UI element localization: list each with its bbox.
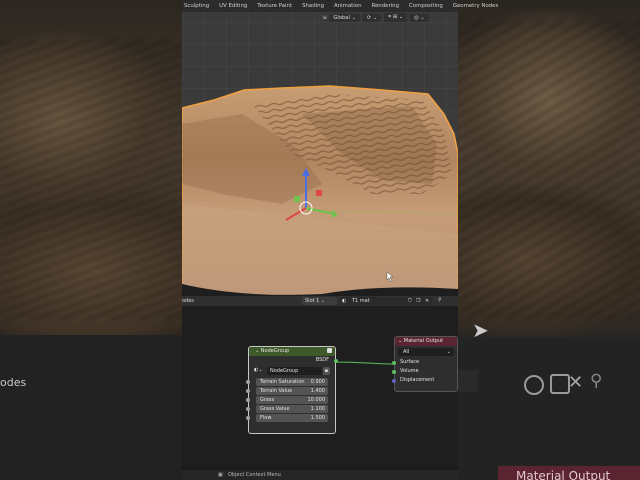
surface-socket[interactable] [392,361,396,365]
input-row: Terrain Saturation 0.900 [246,377,335,386]
field-value: 0.900 [310,378,325,385]
bsdf-output-socket[interactable] [334,359,338,363]
field-value: 1.400 [310,387,325,394]
flow-field[interactable]: Flow 1.500 [256,413,328,422]
node-group-icon[interactable] [327,348,332,353]
transform-icon: ⇲ [322,14,327,21]
backdrop-editor-label: odes [0,376,27,389]
mouse-right-icon: ▣ [218,472,223,478]
group-name-field[interactable]: NodeGroup [267,367,322,375]
input-socket[interactable] [246,389,250,393]
tab-compositing[interactable]: Compositing [409,3,443,9]
shield-icon [524,375,544,395]
snap-icon[interactable]: ⌗ ⊞ ⌄ [384,13,408,22]
transform-orientation-label: Global [333,14,350,21]
slot-label: Slot 1 [305,298,320,304]
tab-shading[interactable]: Shading [302,3,324,9]
field-label: Terrain Saturation [260,378,305,385]
bsdf-output-row: BSDF [249,356,338,365]
field-value: 10.000 [307,396,326,403]
bsdf-output-label: BSDF [315,357,329,363]
input-socket[interactable] [246,407,250,411]
tab-texture-paint[interactable]: Texture Paint [257,3,292,9]
chevron-down-icon: ⌄ [446,349,451,355]
material-output-node[interactable]: ⌄ Material Output All ⌄ Surface Volume D… [392,336,458,392]
group-datablock-row: ◐⌄ NodeGroup ▪ [249,365,335,377]
volume-label: Volume [400,368,419,374]
mouse-cursor-icon: ➤ [472,318,489,342]
input-socket[interactable] [246,416,250,420]
node-tree-icon[interactable]: ◐⌄ [254,366,263,375]
field-label: Terrain Value [260,387,293,394]
collapse-chevron-icon[interactable]: ⌄ [255,348,259,354]
browse-icon[interactable]: ▪ [323,367,330,375]
displacement-label: Displacement [400,377,435,383]
input-socket[interactable] [246,380,250,384]
pivot-icon[interactable]: ⟳ ⌄ [362,13,382,22]
input-row: Grass Value 1.100 [246,404,335,413]
material-output-header[interactable]: ⌄ Material Output [395,337,457,346]
close-icon: ✕ [568,372,584,393]
blurred-backdrop-right: ✕ ⚲ ➤ Material Output [458,0,640,480]
material-output-title: Material Output [403,338,444,344]
input-row: Grass 10.000 [246,395,335,404]
material-sphere-icon: ◐ [342,298,347,304]
status-hint: Object Context Menu [228,472,281,478]
field-label: Grass [260,396,275,403]
terrain-mesh[interactable] [182,84,458,298]
copy-icon [550,374,570,394]
workspace-tabs: Sculpting UV Editing Texture Paint Shadi… [182,0,498,12]
target-row: All ⌄ [395,346,457,358]
grass-value-field[interactable]: Grass Value 1.100 [256,404,328,413]
material-name: T1 mat [351,298,370,304]
node-editor-canvas[interactable]: ⌄ NodeGroup BSDF ◐⌄ NodeGroup ▪ Terrain … [182,306,458,466]
pin-icon: ⚲ [590,371,603,391]
pin-icon[interactable]: ⚲ [438,297,442,303]
volume-socket[interactable] [392,370,396,374]
field-label: Grass Value [260,405,290,412]
slot-dropdown[interactable]: Slot 1 ⌄ [302,297,337,305]
viewport-header: ⇲ Global ⌄ ⟳ ⌄ ⌗ ⊞ ⌄ ◎ ⌄ [182,12,458,23]
target-dropdown[interactable]: All ⌄ [398,348,454,356]
displacement-input-row: Displacement [392,376,457,385]
node-group[interactable]: ⌄ NodeGroup BSDF ◐⌄ NodeGroup ▪ Terrain … [246,346,338,434]
node-editor-header: odes Slot 1 ⌄ ◐ T1 mat ⛉ ❐ ✕ ⚲ [182,296,458,306]
input-row: Flow 1.500 [246,413,335,422]
field-value: 1.500 [310,414,325,421]
duplicate-icon[interactable]: ❐ [416,297,420,305]
material-selector[interactable]: ◐ T1 mat ⛉ ❐ ✕ [340,297,432,305]
surface-input-row: Surface [392,358,457,367]
tab-geometry-nodes[interactable]: Geometry Nodes [453,3,498,9]
tab-sculpting[interactable]: Sculpting [184,3,209,9]
proportional-edit-icon[interactable]: ◎ ⌄ [410,13,429,22]
status-bar: ▣ Object Context Menu [182,470,458,480]
volume-input-row: Volume [392,367,457,376]
field-label: Flow [260,414,272,421]
field-value: 1.100 [310,405,325,412]
node-group-title: NodeGroup [260,348,290,354]
input-socket[interactable] [246,398,250,402]
blurred-backdrop-left: odes [0,0,182,480]
fake-user-shield-icon[interactable]: ⛉ [408,297,412,305]
transform-orientation-dropdown[interactable]: Global ⌄ [329,13,360,22]
tab-uv-editing[interactable]: UV Editing [219,3,247,9]
backdrop-material-output: Material Output [498,466,640,480]
node-group-header[interactable]: ⌄ NodeGroup [249,347,335,356]
tab-animation[interactable]: Animation [334,3,361,9]
collapse-chevron-icon[interactable]: ⌄ [398,338,402,344]
input-row: Terrain Value 1.400 [246,386,335,395]
surface-label: Surface [400,359,420,365]
displacement-socket[interactable] [392,379,396,383]
target-label: All [403,349,410,355]
terrain-saturation-field[interactable]: Terrain Saturation 0.900 [256,377,328,386]
unlink-icon[interactable]: ✕ [425,297,429,305]
tab-rendering[interactable]: Rendering [371,3,399,9]
terrain-value-field[interactable]: Terrain Value 1.400 [256,386,328,395]
grass-field[interactable]: Grass 10.000 [256,395,328,404]
editor-type-label: odes [182,298,194,304]
